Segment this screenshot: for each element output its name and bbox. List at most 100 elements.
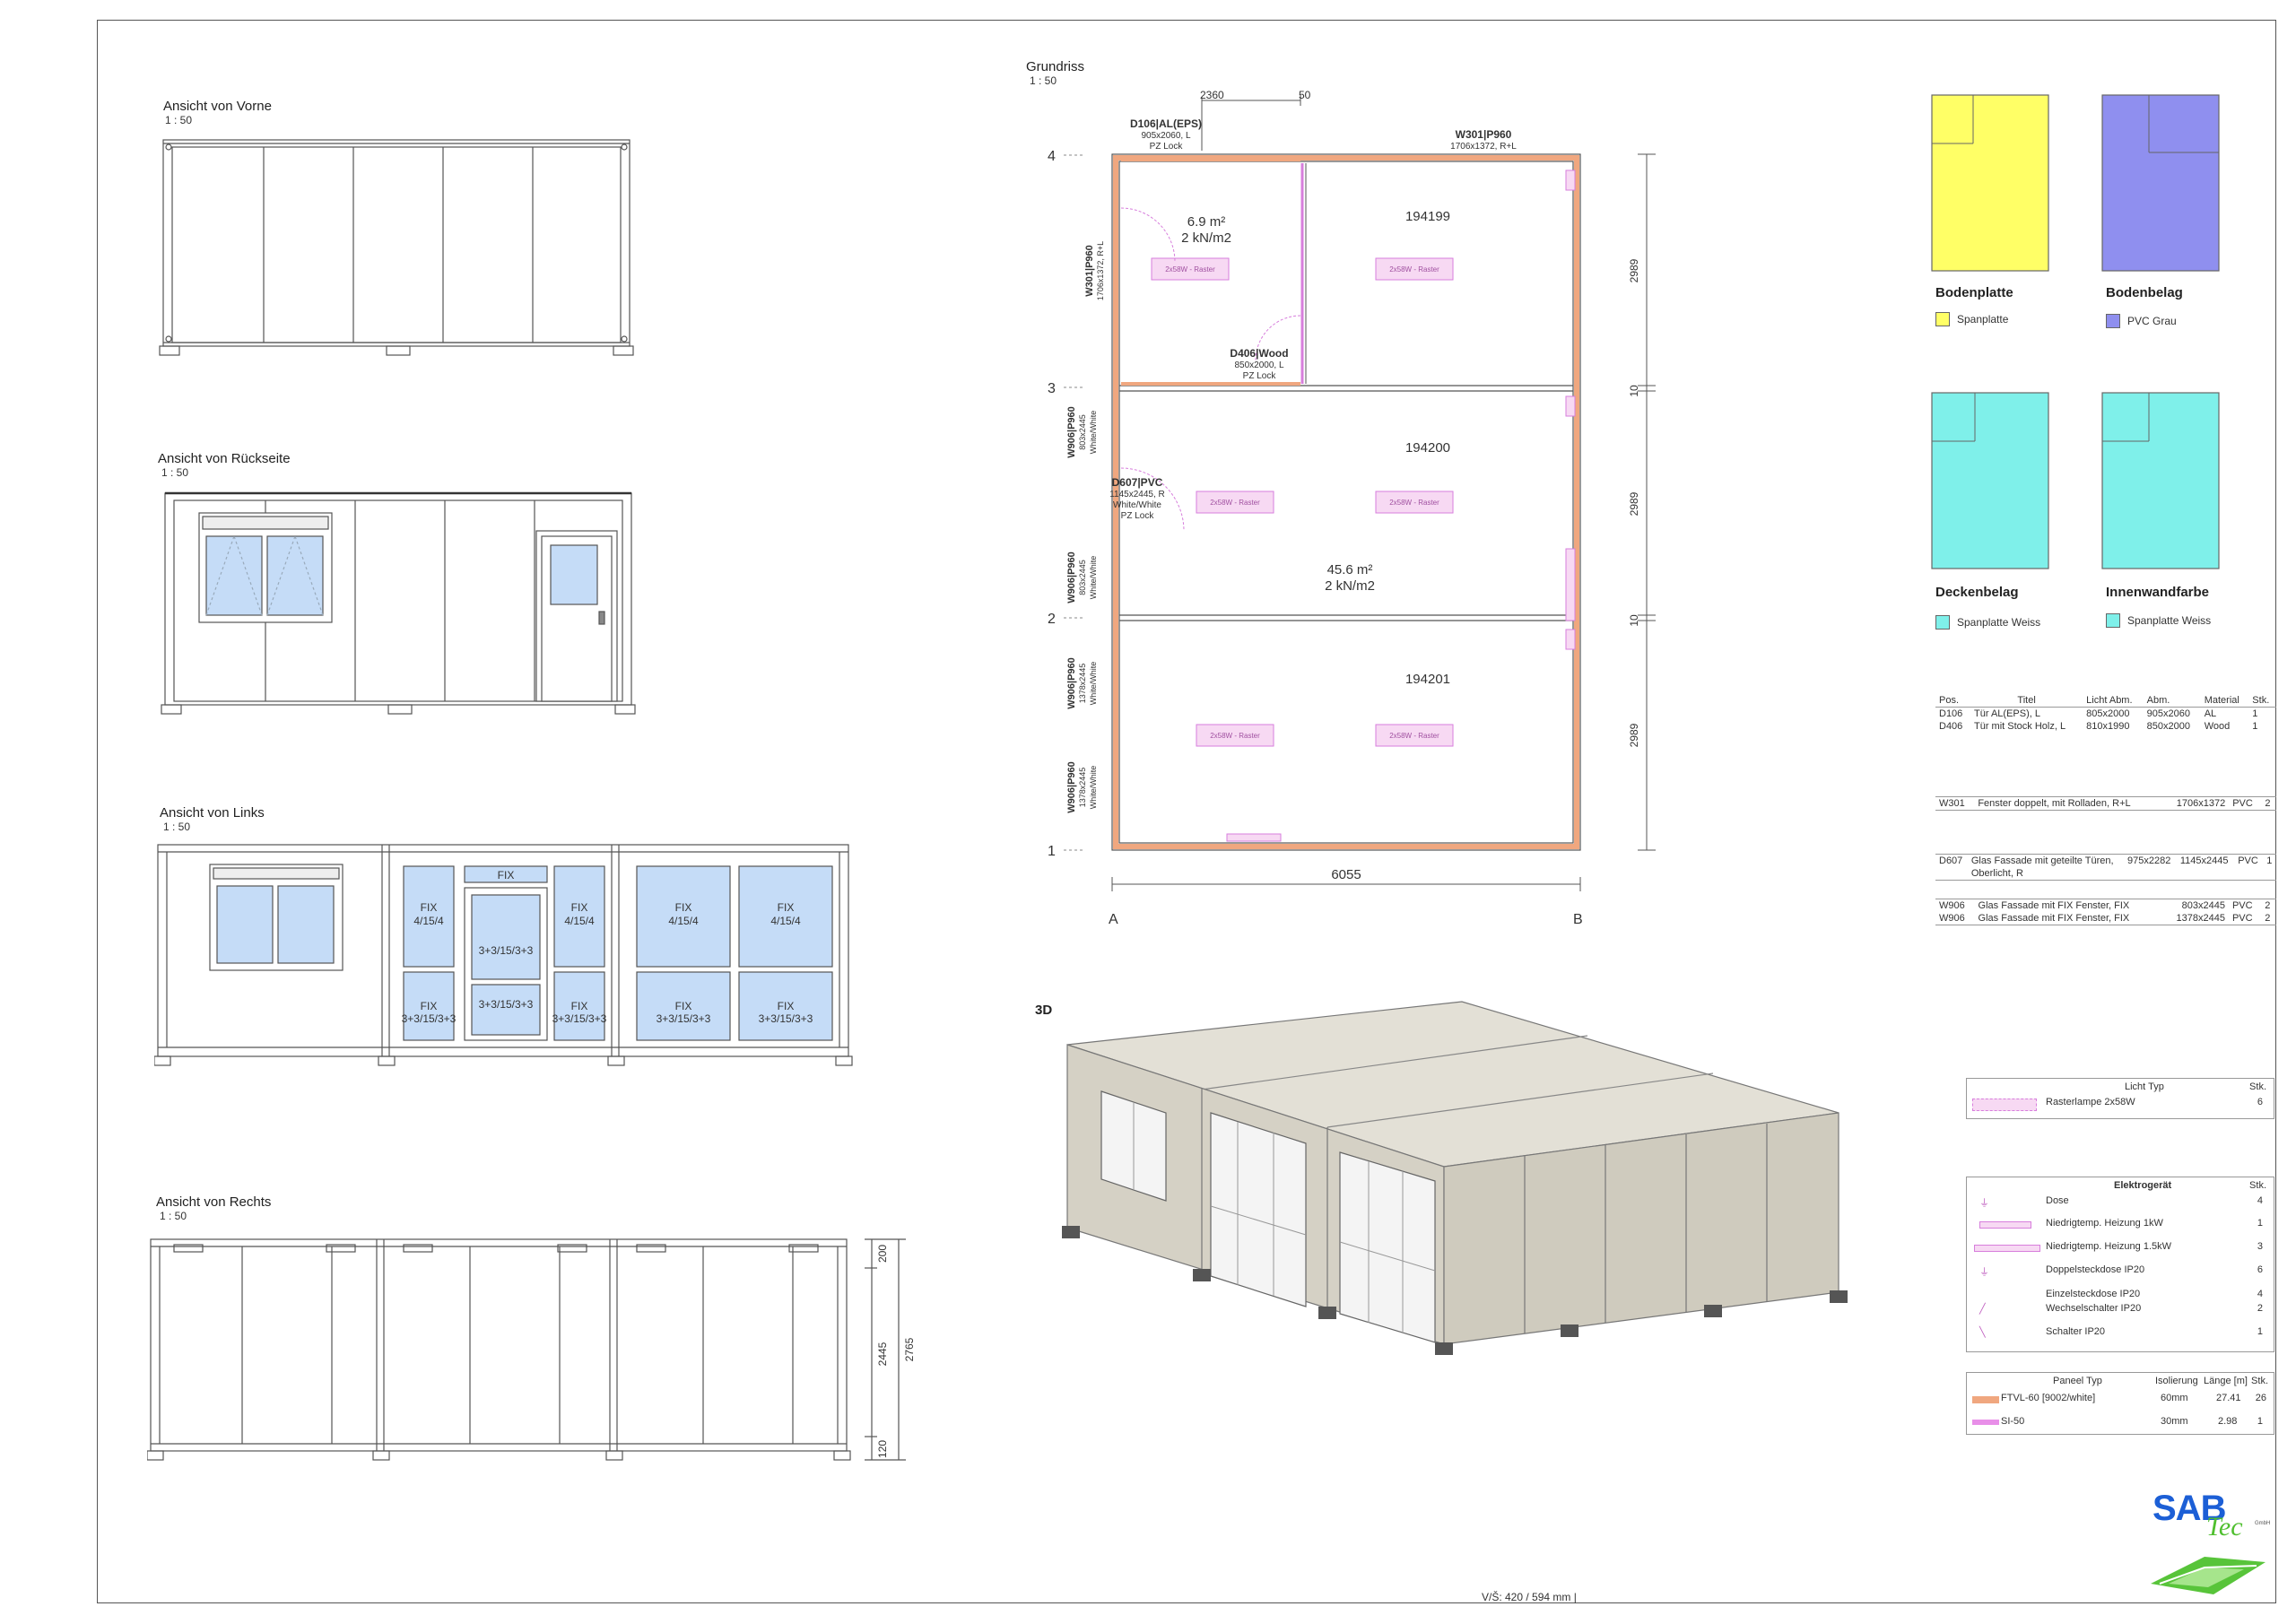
back-view-scale: 1 : 50: [161, 466, 189, 479]
w906-table: W906 Glas Fassade mit FIX Fenster, FIX 8…: [1935, 899, 2276, 925]
w906-b-code: W906|P960: [1066, 551, 1077, 604]
panel-si-swatch: [1972, 1420, 1999, 1425]
panel-table-header: Länge [m]: [2204, 1376, 2248, 1386]
back-elevation-drawing: [161, 491, 636, 715]
w906-d-size: 1378x2445: [1078, 768, 1087, 808]
deckenbelag-title: Deckenbelag: [1935, 585, 2019, 600]
door-d406-code: D406|Wood: [1230, 347, 1288, 360]
cell: 1: [2252, 708, 2258, 719]
cell: 975x2282: [2127, 855, 2171, 866]
fix-label: FIX: [778, 901, 795, 914]
grid-row-3: 3: [1048, 381, 1056, 396]
door-d607-code: D607|PVC: [1112, 476, 1163, 489]
socket-icon: ⏚: [1979, 1198, 1989, 1209]
switch-icon: ╱: [1979, 1304, 1986, 1315]
fix-glass-label: 3+3/15/3+3: [759, 1012, 813, 1025]
cell: 1145x2445: [2179, 855, 2229, 866]
light-table-header: Stk.: [2249, 1081, 2266, 1092]
fix-label: FIX: [421, 1000, 438, 1012]
cell: 26: [2255, 1393, 2266, 1403]
bodenplatte-item: Spanplatte: [1935, 312, 2008, 326]
cell: 2: [2257, 1303, 2263, 1314]
heater-icon: [1974, 1245, 2040, 1252]
module-id-3: 194201: [1405, 672, 1450, 687]
switch-icon: ╲: [1979, 1327, 1986, 1338]
panel-table-header: Stk.: [2251, 1376, 2268, 1386]
window-w301-left-code: W301|P960: [1084, 245, 1095, 297]
innenwandfarbe-label: Spanplatte Weiss: [2127, 614, 2212, 627]
door-table-header: Material: [2204, 695, 2239, 706]
footer-sheet-size: V/Š: 420 / 594 mm |: [1482, 1591, 1577, 1603]
logo-leaf-icon: [2151, 1557, 2266, 1594]
window-w301-size: 1706x1372, R+L: [1450, 142, 1517, 152]
bodenbelag-label: PVC Grau: [2127, 315, 2177, 327]
cell: 6: [2257, 1097, 2263, 1107]
top-dim-1: 2360: [1200, 89, 1224, 101]
cell: Glas Fassade mit geteilte Türen,: [1970, 855, 2114, 866]
door-table-header: Pos.: [1939, 695, 1960, 706]
innenwandfarbe-item: Spanplatte Weiss: [2106, 613, 2211, 628]
w906-a-size: 803x2445: [1078, 414, 1087, 450]
cell: Niedrigtemp. Heizung 1kW: [2046, 1218, 2163, 1229]
bodenbelag-color-swatch: [2106, 314, 2120, 328]
fix-glass-label: 4/15/4: [770, 915, 801, 927]
cell: 1: [2252, 721, 2258, 732]
right-view-title: Ansicht von Rechts: [156, 1194, 272, 1210]
back-view-title: Ansicht von Rückseite: [158, 451, 291, 466]
room-large-area: 45.6 m²: [1327, 562, 1373, 578]
left-view-scale: 1 : 50: [163, 821, 191, 833]
door-d607-lock: PZ Lock: [1121, 511, 1155, 521]
window-w301-left-size: 1706x1372, R+L: [1096, 241, 1105, 300]
cell: AL: [2204, 708, 2217, 719]
w906-c-color: White/White: [1089, 662, 1098, 706]
cell: Oberlicht, R: [1970, 868, 2023, 879]
iso-view-title: 3D: [1035, 1003, 1053, 1018]
door-table-header: Stk.: [2252, 695, 2270, 706]
w906-c-size: 1378x2445: [1078, 664, 1087, 704]
cell: Tür AL(EPS), L: [1974, 708, 2040, 719]
front-view-title: Ansicht von Vorne: [163, 99, 272, 114]
deckenbelag-label: Spanplatte Weiss: [1957, 616, 2041, 629]
room-large-load: 2 kN/m2: [1325, 578, 1375, 594]
top-dim-2: 50: [1299, 89, 1311, 101]
fix-glass-label: 3+3/15/3+3: [657, 1012, 711, 1025]
grid-col-b: B: [1573, 912, 1583, 927]
w906-d-color: White/White: [1089, 766, 1098, 810]
w906-c-code: W906|P960: [1066, 657, 1077, 709]
cell: Tür mit Stock Holz, L: [1974, 721, 2066, 732]
iso-3d-drawing: [1062, 1001, 1848, 1355]
door-table-header: Licht Abm.: [2086, 695, 2133, 706]
cell: SI-50: [2001, 1416, 2025, 1427]
dim-panel-height: 2445: [876, 1342, 889, 1366]
right-dim-module-1: 2989: [1628, 258, 1640, 282]
fix-label: FIX: [675, 901, 692, 914]
bodenbelag-title: Bodenbelag: [2106, 285, 2183, 300]
cell: Wood: [2204, 721, 2231, 732]
cell: 4: [2257, 1289, 2263, 1299]
fix-label: FIX: [675, 1000, 692, 1012]
w906-a-code: W906|P960: [1066, 406, 1077, 458]
cell: Dose: [2046, 1195, 2069, 1206]
cell: 2.98: [2218, 1416, 2238, 1427]
panel-table-header: Isolierung: [2155, 1376, 2198, 1386]
door-d106-lock: PZ Lock: [1150, 142, 1184, 152]
window-table: W301 Fenster doppelt, mit Rolladen, R+L …: [1935, 796, 2276, 811]
cell: PVC: [2231, 913, 2253, 924]
fix-label: FIX: [571, 1000, 588, 1012]
lamp-label: 2x58W - Raster: [1210, 499, 1260, 507]
lamp-label: 2x58W - Raster: [1389, 732, 1439, 740]
cell: 3: [2257, 1241, 2263, 1252]
sabtec-logo: SAB Tec GmbH: [2151, 1485, 2270, 1602]
fix-glass-label: 3+3/15/3+3: [552, 1012, 607, 1025]
fix-glass-label: 3+3/15/3+3: [402, 1012, 457, 1025]
grid-row-1: 1: [1048, 844, 1056, 859]
cell: W906: [1939, 900, 1965, 911]
cell: 810x1990: [2086, 721, 2130, 732]
module-id-1: 194199: [1405, 209, 1450, 224]
cell: 2: [2265, 798, 2271, 809]
cell: 4: [2257, 1195, 2263, 1206]
door-d406-lock: PZ Lock: [1243, 371, 1277, 381]
innenwandfarbe-title: Innenwandfarbe: [2106, 585, 2210, 600]
cell: 803x2445: [2181, 900, 2225, 911]
cell: W301: [1939, 798, 1965, 809]
